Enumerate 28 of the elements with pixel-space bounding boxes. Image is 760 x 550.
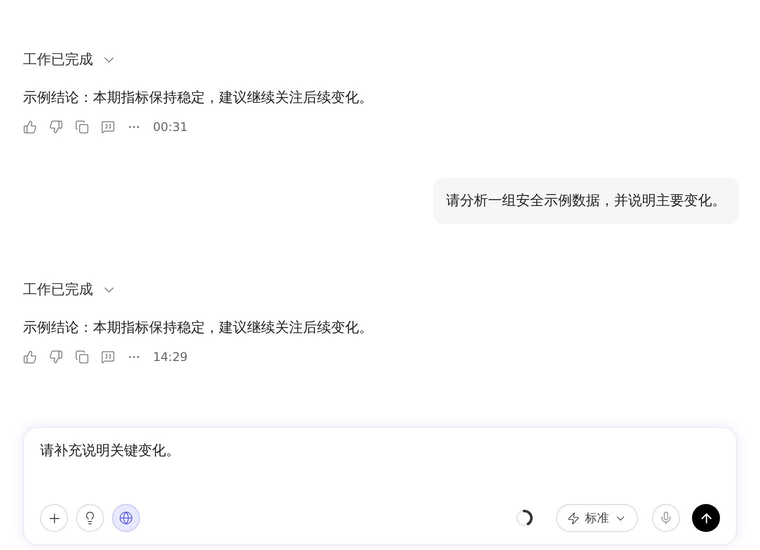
loading-spinner-icon <box>514 508 534 528</box>
copy-icon[interactable] <box>75 350 89 364</box>
lightning-icon <box>567 512 580 524</box>
thumbs-up-icon[interactable] <box>23 350 37 364</box>
quote-icon[interactable] <box>101 120 115 134</box>
mode-dropdown[interactable]: 标准 <box>556 504 638 532</box>
user-message-bubble: 请分析一组安全示例数据，并说明主要变化。 <box>433 178 739 224</box>
web-search-button[interactable] <box>112 504 140 532</box>
status-toggle[interactable]: 工作已完成 <box>23 280 117 300</box>
send-button[interactable] <box>692 504 720 532</box>
copy-icon[interactable] <box>75 120 89 134</box>
plus-icon <box>46 510 62 526</box>
message-time: 00:31 <box>153 119 188 136</box>
message-time: 14:29 <box>153 349 188 366</box>
thumbs-up-icon[interactable] <box>23 120 37 134</box>
message-input[interactable]: 请补充说明关键变化。 <box>40 441 720 462</box>
quote-icon[interactable] <box>101 350 115 364</box>
thumbs-down-icon[interactable] <box>49 120 63 134</box>
microphone-button[interactable] <box>652 504 680 532</box>
status-toggle[interactable]: 工作已完成 <box>23 50 117 70</box>
lightbulb-button[interactable] <box>76 504 104 532</box>
thumbs-down-icon[interactable] <box>49 350 63 364</box>
lightbulb-icon <box>83 511 97 525</box>
answer-text: 示例结论：本期指标保持稳定，建议继续关注后续变化。 <box>23 319 374 338</box>
microphone-icon <box>659 511 673 525</box>
globe-icon <box>119 511 133 525</box>
answer-text: 示例结论：本期指标保持稳定，建议继续关注后续变化。 <box>23 89 374 108</box>
add-button[interactable] <box>40 504 68 532</box>
